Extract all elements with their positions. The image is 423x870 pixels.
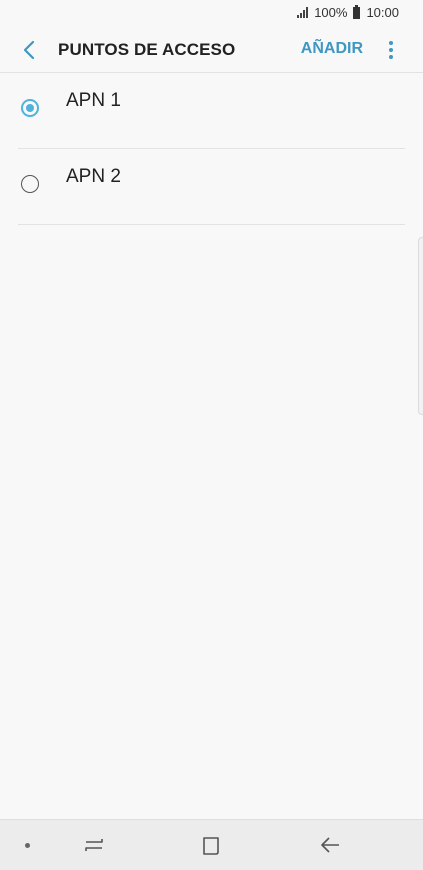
- battery-icon: [353, 4, 361, 19]
- clock: 10:00: [366, 5, 399, 20]
- home-icon[interactable]: [201, 835, 223, 857]
- app-bar: PUNTOS DE ACCESO AÑADIR: [0, 28, 423, 73]
- list-item-apn-2[interactable]: APN 2: [18, 149, 405, 225]
- navigation-bar: [0, 819, 423, 870]
- page-title: PUNTOS DE ACCESO: [58, 40, 236, 59]
- apn-label: APN 2: [66, 166, 121, 187]
- list-item-apn-1[interactable]: APN 1: [18, 73, 405, 149]
- signal-icon: [297, 7, 309, 18]
- back-icon: [23, 40, 35, 60]
- add-button[interactable]: AÑADIR: [301, 40, 363, 58]
- more-options-button[interactable]: [383, 39, 399, 61]
- radio-selected-icon[interactable]: [21, 99, 39, 117]
- recent-apps-icon[interactable]: [82, 834, 106, 856]
- apn-list: APN 1 APN 2: [0, 73, 423, 225]
- apn-label: APN 1: [66, 90, 121, 111]
- radio-unselected-icon[interactable]: [21, 175, 39, 193]
- back-arrow-icon[interactable]: [318, 834, 342, 856]
- status-bar: 100% 10:00: [0, 0, 423, 28]
- nav-dot-icon[interactable]: [25, 843, 30, 848]
- status-icons: 100% 10:00: [297, 4, 399, 20]
- back-button[interactable]: [16, 37, 42, 63]
- edge-panel-handle[interactable]: [418, 237, 423, 415]
- more-options-icon: [389, 41, 393, 45]
- battery-percentage: 100%: [314, 5, 348, 20]
